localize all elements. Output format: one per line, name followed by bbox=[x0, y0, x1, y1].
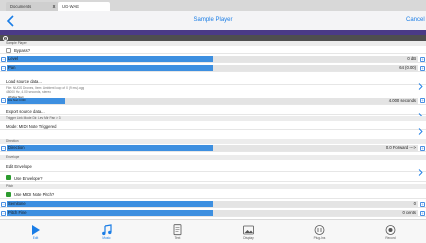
bypass-checkbox[interactable] bbox=[6, 47, 11, 53]
semitone-slider-row: − Semitone 0 + bbox=[0, 200, 426, 208]
semitone-value: 0 bbox=[413, 201, 416, 206]
page-title: Sample Player bbox=[193, 17, 233, 23]
record-icon bbox=[384, 223, 397, 235]
tab-plug-ins[interactable]: Plug-Ins bbox=[284, 220, 355, 243]
window-tabbar: Documents X UG-WAE bbox=[0, 0, 426, 11]
use-midi-pitch-row[interactable]: Use MIDI Note Pitch? bbox=[0, 189, 426, 199]
direction-slider-fill bbox=[7, 145, 213, 151]
play-icon bbox=[29, 223, 42, 235]
tab-display-label: Display bbox=[243, 236, 254, 240]
semitone-increment-button[interactable]: + bbox=[420, 201, 425, 207]
level-decrement-button[interactable]: − bbox=[1, 56, 6, 62]
tab-edit-label: Edit bbox=[32, 236, 39, 240]
bypass-row[interactable]: Bypass? bbox=[0, 46, 426, 54]
pan-slider-row: − Pan 64 (0.00) + bbox=[0, 64, 426, 72]
document-icon bbox=[171, 223, 184, 236]
pan-value: 64 (0.00) bbox=[399, 65, 416, 70]
tab-record[interactable]: Record bbox=[355, 220, 426, 243]
pan-slider-fill bbox=[7, 65, 213, 71]
chevron-right-icon bbox=[418, 107, 423, 120]
pitch-fine-slider-fill bbox=[7, 210, 213, 216]
use-midi-pitch-label: Use MIDI Note Pitch? bbox=[14, 192, 55, 197]
direction-slider-row: − Direction 0.0 Forward ---> + bbox=[0, 144, 426, 152]
semitone-slider-fill bbox=[7, 201, 213, 207]
tab-music[interactable]: Music bbox=[71, 220, 142, 243]
semitone-label: Semitone bbox=[8, 201, 26, 206]
level-slider[interactable] bbox=[7, 56, 418, 62]
plugin-icon bbox=[313, 223, 326, 235]
pitch-fine-value: 0 cents bbox=[402, 210, 416, 215]
tab-edit[interactable]: Edit bbox=[0, 220, 71, 243]
tab-ug-wae[interactable]: UG-WAE bbox=[58, 2, 110, 11]
tab-plug-ins-label: Plug-Ins bbox=[313, 236, 326, 240]
pan-slider[interactable] bbox=[7, 65, 418, 71]
tab-music-label: Music bbox=[102, 236, 111, 240]
direction-label: Direction bbox=[8, 145, 25, 150]
use-envelope-row[interactable]: Use Envelope? bbox=[0, 173, 426, 182]
tab-display[interactable]: Display bbox=[213, 220, 284, 243]
export-source-row[interactable]: Export source data... bbox=[0, 106, 426, 120]
window-slider[interactable] bbox=[7, 97, 418, 104]
load-source-row[interactable]: Load source data... bbox=[0, 73, 426, 90]
level-slider-row: − Level 0 dB + bbox=[0, 55, 426, 63]
direction-increment-button[interactable]: + bbox=[420, 145, 425, 151]
pitch-fine-slider[interactable] bbox=[7, 210, 418, 216]
edit-envelope-label: Edit Envelope bbox=[6, 164, 32, 169]
pitch-fine-increment-button[interactable]: + bbox=[420, 210, 425, 216]
pitch-fine-label: Pitch Fine bbox=[8, 210, 27, 215]
use-envelope-checkbox[interactable] bbox=[6, 175, 11, 180]
source-format-info: 48000 Hz, 4.00 seconds, stereo bbox=[6, 90, 52, 94]
tab-text[interactable]: Text bbox=[142, 220, 213, 243]
direction-value: 0.0 Forward ---> bbox=[385, 145, 416, 150]
file-start-label: File Start 0.000 bbox=[8, 99, 26, 102]
pan-increment-button[interactable]: + bbox=[420, 65, 425, 71]
export-source-label: Export source data... bbox=[6, 108, 45, 114]
tab-record-label: Record bbox=[385, 236, 396, 240]
chevron-right-icon bbox=[418, 122, 423, 135]
mode-label: Mode: MIDI Note Triggered bbox=[6, 123, 57, 129]
chevron-right-icon bbox=[418, 163, 423, 176]
pan-label: Pan bbox=[8, 65, 16, 70]
close-tab-icon[interactable]: X bbox=[51, 2, 57, 11]
mode-row[interactable]: Mode: MIDI Note Triggered bbox=[0, 121, 426, 135]
level-increment-button[interactable]: + bbox=[420, 56, 425, 62]
direction-slider[interactable] bbox=[7, 145, 418, 151]
use-envelope-label: Use Envelope? bbox=[14, 175, 43, 181]
pitch-fine-decrement-button[interactable]: − bbox=[1, 210, 6, 216]
semitone-slider[interactable] bbox=[7, 201, 418, 207]
load-source-label: Load source data... bbox=[6, 79, 42, 84]
navigation-bar: Sample Player Cancel bbox=[0, 11, 426, 31]
bottom-tabbar: Edit Music Text Display Plug-Ins Record bbox=[0, 219, 426, 243]
music-note-icon bbox=[100, 223, 113, 236]
tab-text-label: Text bbox=[174, 236, 181, 240]
bypass-label: Bypass? bbox=[14, 47, 31, 53]
level-label: Level bbox=[8, 56, 19, 61]
window-increment-button[interactable]: + bbox=[420, 98, 425, 103]
pitch-fine-slider-row: − Pitch Fine 0 cents + bbox=[0, 209, 426, 217]
image-icon bbox=[242, 223, 255, 235]
window-decrement-button[interactable]: − bbox=[1, 98, 6, 103]
edit-envelope-row[interactable]: Edit Envelope bbox=[0, 160, 426, 176]
window-slider-row: − Window Start File Start 0.000 4.000 se… bbox=[0, 96, 426, 105]
info-icon[interactable]: i bbox=[3, 35, 8, 41]
level-slider-fill bbox=[7, 56, 213, 62]
cancel-button[interactable]: Cancel bbox=[406, 11, 426, 30]
direction-decrement-button[interactable]: − bbox=[1, 145, 6, 151]
semitone-decrement-button[interactable]: − bbox=[1, 201, 6, 207]
window-value: 4.000 seconds bbox=[388, 97, 416, 103]
use-midi-pitch-checkbox[interactable] bbox=[6, 191, 11, 197]
level-value: 0 dB bbox=[407, 56, 416, 61]
pan-decrement-button[interactable]: − bbox=[1, 65, 6, 71]
chevron-right-icon bbox=[418, 77, 423, 90]
